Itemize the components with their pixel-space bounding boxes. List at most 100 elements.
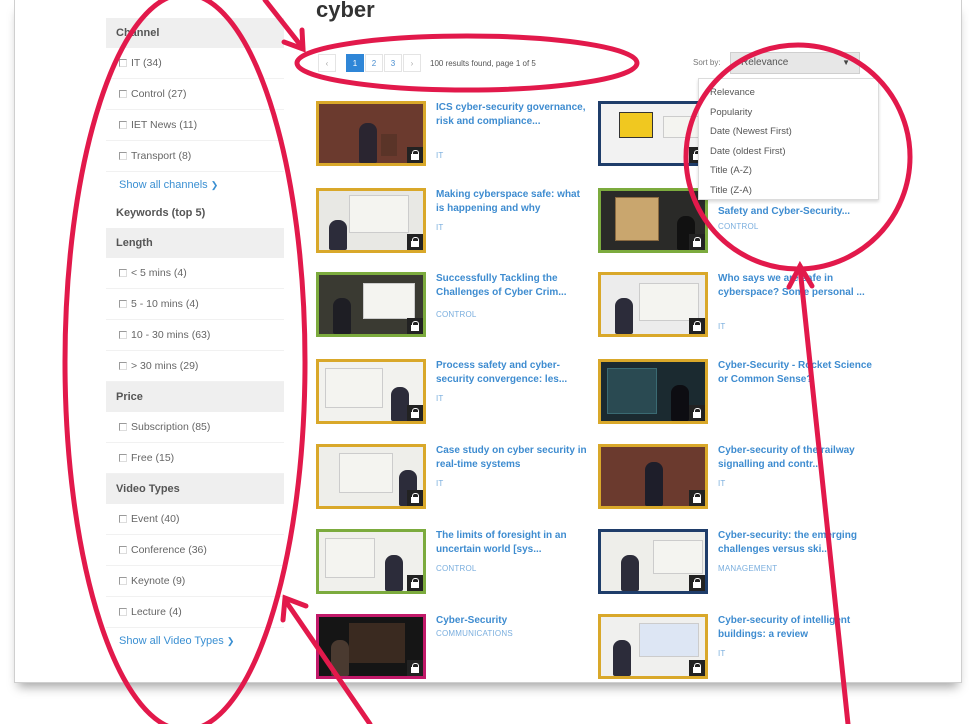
- video-thumbnail[interactable]: [598, 614, 708, 679]
- video-category[interactable]: IT: [436, 223, 444, 232]
- filter-length-under-5[interactable]: < 5 mins (4): [106, 258, 284, 289]
- video-title[interactable]: ICS cyber-security governance, risk and …: [436, 101, 591, 129]
- filter-length-over-30[interactable]: > 30 mins (29): [106, 351, 284, 382]
- video-category[interactable]: IT: [718, 649, 726, 658]
- video-thumbnail[interactable]: [316, 444, 426, 509]
- checkbox[interactable]: [119, 152, 127, 160]
- filter-channel-it[interactable]: IT (34): [106, 48, 284, 79]
- checkbox[interactable]: [119, 454, 127, 462]
- video-thumbnail[interactable]: [598, 101, 708, 166]
- video-category[interactable]: MANAGEMENT: [718, 564, 777, 573]
- checkbox[interactable]: [119, 300, 127, 308]
- sort-option-date-oldest[interactable]: Date (oldest First): [699, 142, 878, 162]
- video-card[interactable]: Case study on cyber security in real-tim…: [316, 444, 587, 514]
- video-title[interactable]: Case study on cyber security in real-tim…: [436, 444, 591, 472]
- video-thumbnail[interactable]: [598, 359, 708, 424]
- checkbox[interactable]: [119, 608, 127, 616]
- lock-icon: [407, 490, 423, 506]
- sort-option-relevance[interactable]: Relevance: [699, 83, 878, 103]
- checkbox[interactable]: [119, 269, 127, 277]
- video-thumbnail[interactable]: [598, 529, 708, 594]
- page-3-button[interactable]: 3: [384, 54, 402, 72]
- video-thumbnail[interactable]: [316, 359, 426, 424]
- video-category[interactable]: CONTROL: [436, 310, 477, 319]
- sort-option-date-newest[interactable]: Date (Newest First): [699, 122, 878, 142]
- video-card[interactable]: Cyber-security of intelligent buildings:…: [598, 614, 868, 684]
- page-1-button[interactable]: 1: [346, 54, 364, 72]
- video-category[interactable]: IT: [436, 151, 444, 160]
- video-title[interactable]: Cyber-Security - Rocket Science or Commo…: [718, 359, 873, 387]
- checkbox[interactable]: [119, 515, 127, 523]
- video-title[interactable]: Cyber-security of intelligent buildings:…: [718, 614, 873, 642]
- keywords-header: Keywords (top 5): [106, 198, 284, 228]
- video-card[interactable]: Cyber-Security COMMUNICATIONS: [316, 614, 586, 684]
- video-category[interactable]: IT: [718, 322, 726, 331]
- sort-select[interactable]: Relevance ▼: [730, 52, 860, 74]
- checkbox[interactable]: [119, 59, 127, 67]
- video-title[interactable]: Cyber-Security: [436, 614, 591, 628]
- video-thumbnail[interactable]: [598, 272, 708, 337]
- filter-type-keynote[interactable]: Keynote (9): [106, 566, 284, 597]
- show-all-video-types-link[interactable]: Show all Video Types ❯: [106, 628, 284, 654]
- next-page-button[interactable]: ›: [403, 54, 421, 72]
- sort-dropdown-menu: Relevance Popularity Date (Newest First)…: [698, 78, 879, 200]
- video-card[interactable]: Cyber-security of the railway signalling…: [598, 444, 868, 514]
- video-category[interactable]: IT: [436, 394, 444, 403]
- sort-option-popularity[interactable]: Popularity: [699, 103, 878, 123]
- video-title[interactable]: Cyber-security: the emerging challenges …: [718, 529, 873, 557]
- video-thumbnail[interactable]: [598, 444, 708, 509]
- video-thumbnail[interactable]: [316, 614, 426, 679]
- filter-price-free[interactable]: Free (15): [106, 443, 284, 474]
- page-2-button[interactable]: 2: [365, 54, 383, 72]
- video-thumbnail[interactable]: [316, 101, 426, 166]
- video-card[interactable]: ICS cyber-security governance, risk and …: [316, 101, 586, 171]
- filter-length-5-10[interactable]: 5 - 10 mins (4): [106, 289, 284, 320]
- video-title[interactable]: The limits of foresight in an uncertain …: [436, 529, 591, 557]
- video-card[interactable]: Who says we are safe in cyberspace? Some…: [598, 272, 868, 342]
- sort-option-title-az[interactable]: Title (A-Z): [699, 161, 878, 181]
- filter-length-10-30[interactable]: 10 - 30 mins (63): [106, 320, 284, 351]
- filter-channel-control[interactable]: Control (27): [106, 79, 284, 110]
- video-title[interactable]: Safety and Cyber-Security...: [718, 205, 873, 219]
- video-category[interactable]: CONTROL: [718, 222, 759, 231]
- prev-page-button[interactable]: ‹: [318, 54, 336, 72]
- video-category[interactable]: IT: [436, 479, 444, 488]
- checkbox[interactable]: [119, 423, 127, 431]
- filter-type-event[interactable]: Event (40): [106, 504, 284, 535]
- video-category[interactable]: COMMUNICATIONS: [436, 629, 513, 638]
- video-card[interactable]: Process safety and cyber-security conver…: [316, 359, 586, 429]
- video-thumbnail[interactable]: [316, 272, 426, 337]
- video-thumbnail[interactable]: [598, 188, 708, 253]
- checkbox[interactable]: [119, 121, 127, 129]
- checkbox[interactable]: [119, 362, 127, 370]
- lock-icon: [407, 147, 423, 163]
- filter-type-lecture[interactable]: Lecture (4): [106, 597, 284, 628]
- video-category[interactable]: IT: [718, 479, 726, 488]
- video-card[interactable]: Cyber-security: the emerging challenges …: [598, 529, 868, 599]
- video-title[interactable]: Cyber-security of the railway signalling…: [718, 444, 873, 472]
- results-count: 100 results found, page 1 of 5: [430, 58, 536, 68]
- filter-channel-transport[interactable]: Transport (8): [106, 141, 284, 172]
- checkbox[interactable]: [119, 90, 127, 98]
- show-all-channels-link[interactable]: Show all channels ❯: [106, 172, 284, 198]
- video-category[interactable]: CONTROL: [436, 564, 477, 573]
- checkbox[interactable]: [119, 331, 127, 339]
- video-card[interactable]: The limits of foresight in an uncertain …: [316, 529, 586, 599]
- lock-icon: [689, 405, 705, 421]
- sort-option-title-za[interactable]: Title (Z-A): [699, 181, 878, 201]
- filter-channel-iet-news[interactable]: IET News (11): [106, 110, 284, 141]
- video-card[interactable]: Cyber-Security - Rocket Science or Commo…: [598, 359, 872, 429]
- video-card[interactable]: Successfully Tackling the Challenges of …: [316, 272, 586, 342]
- video-title[interactable]: Making cyberspace safe: what is happenin…: [436, 188, 591, 216]
- video-thumbnail[interactable]: [316, 529, 426, 594]
- price-header: Price: [106, 382, 284, 412]
- checkbox[interactable]: [119, 546, 127, 554]
- video-title[interactable]: Successfully Tackling the Challenges of …: [436, 272, 591, 300]
- video-title[interactable]: Process safety and cyber-security conver…: [436, 359, 591, 387]
- video-card[interactable]: Making cyberspace safe: what is happenin…: [316, 188, 586, 258]
- filter-type-conference[interactable]: Conference (36): [106, 535, 284, 566]
- video-thumbnail[interactable]: [316, 188, 426, 253]
- video-title[interactable]: Who says we are safe in cyberspace? Some…: [718, 272, 873, 300]
- filter-price-subscription[interactable]: Subscription (85): [106, 412, 284, 443]
- checkbox[interactable]: [119, 577, 127, 585]
